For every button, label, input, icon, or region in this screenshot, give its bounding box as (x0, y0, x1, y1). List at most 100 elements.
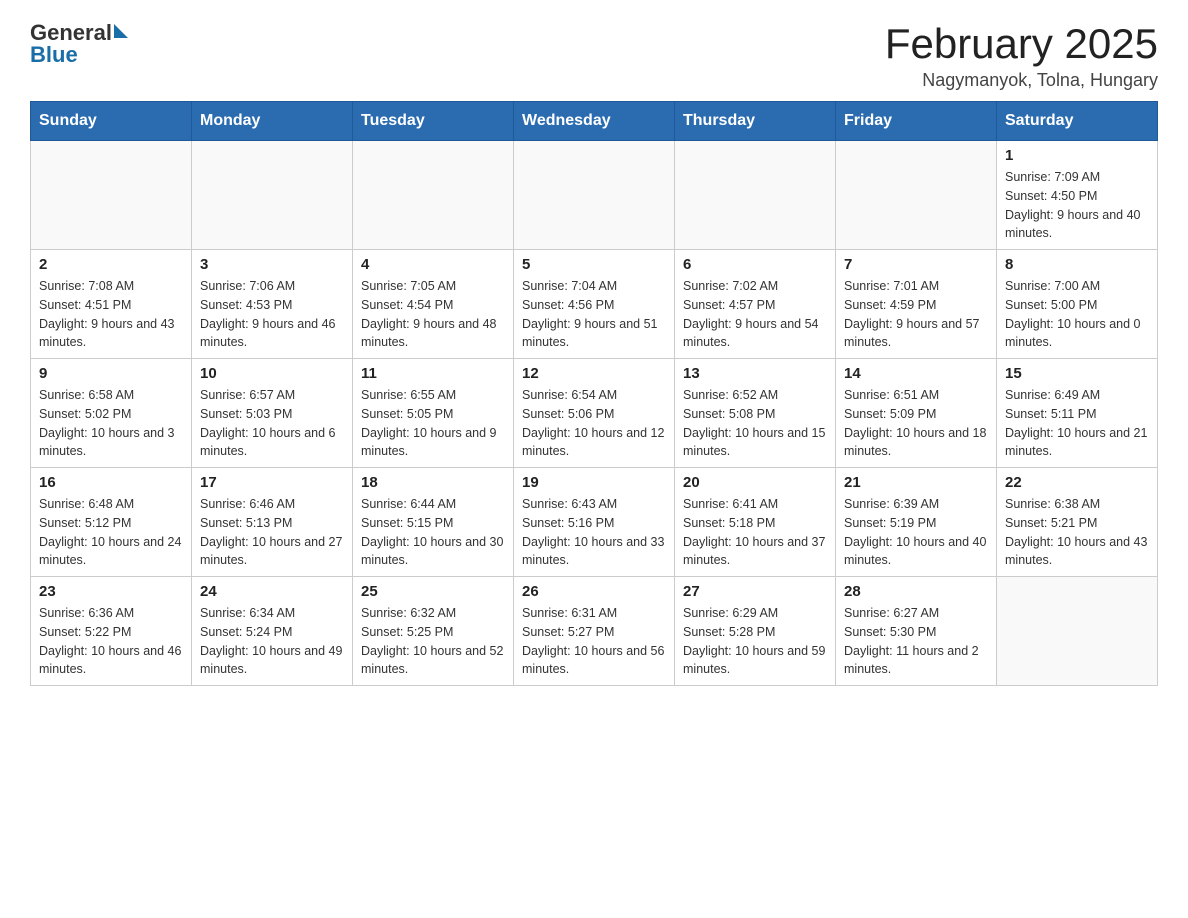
day-number: 13 (683, 365, 827, 382)
calendar-cell (675, 141, 836, 250)
day-info: Sunrise: 6:32 AMSunset: 5:25 PMDaylight:… (361, 604, 505, 679)
day-info: Sunrise: 6:34 AMSunset: 5:24 PMDaylight:… (200, 604, 344, 679)
day-info: Sunrise: 6:55 AMSunset: 5:05 PMDaylight:… (361, 386, 505, 461)
day-info: Sunrise: 6:41 AMSunset: 5:18 PMDaylight:… (683, 495, 827, 570)
calendar-cell: 4 Sunrise: 7:05 AMSunset: 4:54 PMDaylight… (353, 250, 514, 359)
calendar-table: SundayMondayTuesdayWednesdayThursdayFrid… (30, 101, 1158, 686)
calendar-cell (997, 577, 1158, 686)
day-number: 20 (683, 474, 827, 491)
calendar-week-2: 2Sunrise: 7:08 AMSunset: 4:51 PMDaylight… (31, 250, 1158, 359)
day-number: 24 (200, 583, 344, 600)
calendar-cell: 14 Sunrise: 6:51 AMSunset: 5:09 PMDayligh… (836, 359, 997, 468)
calendar-cell: 18 Sunrise: 6:44 AMSunset: 5:15 PMDayligh… (353, 468, 514, 577)
day-info: Sunrise: 6:52 AMSunset: 5:08 PMDaylight:… (683, 386, 827, 461)
calendar-cell (31, 141, 192, 250)
day-info: Sunrise: 6:29 AMSunset: 5:28 PMDaylight:… (683, 604, 827, 679)
day-info: Sunrise: 6:27 AMSunset: 5:30 PMDaylight:… (844, 604, 988, 679)
calendar-cell: 5 Sunrise: 7:04 AMSunset: 4:56 PMDaylight… (514, 250, 675, 359)
day-number: 18 (361, 474, 505, 491)
day-info: Sunrise: 7:08 AMSunset: 4:51 PMDaylight:… (39, 277, 183, 352)
logo-arrow-icon (114, 24, 128, 38)
day-info: Sunrise: 7:05 AMSunset: 4:54 PMDaylight:… (361, 277, 505, 352)
calendar-cell: 25 Sunrise: 6:32 AMSunset: 5:25 PMDayligh… (353, 577, 514, 686)
day-number: 10 (200, 365, 344, 382)
calendar-title: February 2025 (885, 20, 1158, 68)
day-number: 28 (844, 583, 988, 600)
day-info: Sunrise: 6:36 AMSunset: 5:22 PMDaylight:… (39, 604, 183, 679)
day-info: Sunrise: 6:43 AMSunset: 5:16 PMDaylight:… (522, 495, 666, 570)
calendar-cell: 16 Sunrise: 6:48 AMSunset: 5:12 PMDayligh… (31, 468, 192, 577)
calendar-cell: 9 Sunrise: 6:58 AMSunset: 5:02 PMDaylight… (31, 359, 192, 468)
calendar-cell: 3 Sunrise: 7:06 AMSunset: 4:53 PMDaylight… (192, 250, 353, 359)
day-info: Sunrise: 7:09 AMSunset: 4:50 PMDaylight:… (1005, 168, 1149, 243)
calendar-cell (514, 141, 675, 250)
day-number: 19 (522, 474, 666, 491)
calendar-body: 1Sunrise: 7:09 AMSunset: 4:50 PMDaylight… (31, 141, 1158, 686)
day-info: Sunrise: 6:48 AMSunset: 5:12 PMDaylight:… (39, 495, 183, 570)
calendar-cell: 11 Sunrise: 6:55 AMSunset: 5:05 PMDayligh… (353, 359, 514, 468)
day-number: 14 (844, 365, 988, 382)
day-number: 25 (361, 583, 505, 600)
calendar-cell (836, 141, 997, 250)
calendar-cell: 2Sunrise: 7:08 AMSunset: 4:51 PMDaylight… (31, 250, 192, 359)
calendar-week-5: 23Sunrise: 6:36 AMSunset: 5:22 PMDayligh… (31, 577, 1158, 686)
calendar-cell: 24 Sunrise: 6:34 AMSunset: 5:24 PMDayligh… (192, 577, 353, 686)
day-number: 17 (200, 474, 344, 491)
day-number: 22 (1005, 474, 1149, 491)
day-info: Sunrise: 6:51 AMSunset: 5:09 PMDaylight:… (844, 386, 988, 461)
day-number: 7 (844, 256, 988, 273)
day-info: Sunrise: 6:49 AMSunset: 5:11 PMDaylight:… (1005, 386, 1149, 461)
day-info: Sunrise: 6:58 AMSunset: 5:02 PMDaylight:… (39, 386, 183, 461)
calendar-week-3: 9 Sunrise: 6:58 AMSunset: 5:02 PMDaylight… (31, 359, 1158, 468)
day-info: Sunrise: 7:04 AMSunset: 4:56 PMDaylight:… (522, 277, 666, 352)
calendar-week-4: 16 Sunrise: 6:48 AMSunset: 5:12 PMDayligh… (31, 468, 1158, 577)
day-number: 5 (522, 256, 666, 273)
day-info: Sunrise: 6:44 AMSunset: 5:15 PMDaylight:… (361, 495, 505, 570)
day-info: Sunrise: 6:57 AMSunset: 5:03 PMDaylight:… (200, 386, 344, 461)
calendar-subtitle: Nagymanyok, Tolna, Hungary (885, 70, 1158, 91)
calendar-cell: 27 Sunrise: 6:29 AMSunset: 5:28 PMDayligh… (675, 577, 836, 686)
day-number: 26 (522, 583, 666, 600)
day-number: 12 (522, 365, 666, 382)
weekday-header-wednesday: Wednesday (514, 102, 675, 141)
weekday-header-tuesday: Tuesday (353, 102, 514, 141)
day-info: Sunrise: 6:38 AMSunset: 5:21 PMDaylight:… (1005, 495, 1149, 570)
day-number: 3 (200, 256, 344, 273)
day-number: 16 (39, 474, 183, 491)
day-info: Sunrise: 6:46 AMSunset: 5:13 PMDaylight:… (200, 495, 344, 570)
calendar-cell: 23Sunrise: 6:36 AMSunset: 5:22 PMDayligh… (31, 577, 192, 686)
page-header: General Blue February 2025 Nagymanyok, T… (30, 20, 1158, 91)
calendar-cell: 7 Sunrise: 7:01 AMSunset: 4:59 PMDaylight… (836, 250, 997, 359)
calendar-cell: 12Sunrise: 6:54 AMSunset: 5:06 PMDayligh… (514, 359, 675, 468)
day-number: 15 (1005, 365, 1149, 382)
day-number: 9 (39, 365, 183, 382)
day-info: Sunrise: 7:01 AMSunset: 4:59 PMDaylight:… (844, 277, 988, 352)
calendar-cell: 15 Sunrise: 6:49 AMSunset: 5:11 PMDayligh… (997, 359, 1158, 468)
day-info: Sunrise: 7:06 AMSunset: 4:53 PMDaylight:… (200, 277, 344, 352)
calendar-cell: 21 Sunrise: 6:39 AMSunset: 5:19 PMDayligh… (836, 468, 997, 577)
day-number: 21 (844, 474, 988, 491)
calendar-cell (192, 141, 353, 250)
calendar-cell: 19 Sunrise: 6:43 AMSunset: 5:16 PMDayligh… (514, 468, 675, 577)
calendar-week-1: 1Sunrise: 7:09 AMSunset: 4:50 PMDaylight… (31, 141, 1158, 250)
day-number: 11 (361, 365, 505, 382)
logo-blue-text: Blue (30, 42, 128, 68)
weekday-header-monday: Monday (192, 102, 353, 141)
day-number: 6 (683, 256, 827, 273)
calendar-cell: 28 Sunrise: 6:27 AMSunset: 5:30 PMDayligh… (836, 577, 997, 686)
day-info: Sunrise: 6:39 AMSunset: 5:19 PMDaylight:… (844, 495, 988, 570)
calendar-cell: 6 Sunrise: 7:02 AMSunset: 4:57 PMDaylight… (675, 250, 836, 359)
calendar-cell: 26 Sunrise: 6:31 AMSunset: 5:27 PMDayligh… (514, 577, 675, 686)
day-info: Sunrise: 6:31 AMSunset: 5:27 PMDaylight:… (522, 604, 666, 679)
day-info: Sunrise: 7:00 AMSunset: 5:00 PMDaylight:… (1005, 277, 1149, 352)
calendar-header: SundayMondayTuesdayWednesdayThursdayFrid… (31, 102, 1158, 141)
weekday-header-sunday: Sunday (31, 102, 192, 141)
weekday-header-saturday: Saturday (997, 102, 1158, 141)
day-info: Sunrise: 7:02 AMSunset: 4:57 PMDaylight:… (683, 277, 827, 352)
title-section: February 2025 Nagymanyok, Tolna, Hungary (885, 20, 1158, 91)
calendar-cell: 10 Sunrise: 6:57 AMSunset: 5:03 PMDayligh… (192, 359, 353, 468)
day-number: 4 (361, 256, 505, 273)
day-number: 27 (683, 583, 827, 600)
calendar-cell: 8Sunrise: 7:00 AMSunset: 5:00 PMDaylight… (997, 250, 1158, 359)
calendar-cell: 13 Sunrise: 6:52 AMSunset: 5:08 PMDayligh… (675, 359, 836, 468)
